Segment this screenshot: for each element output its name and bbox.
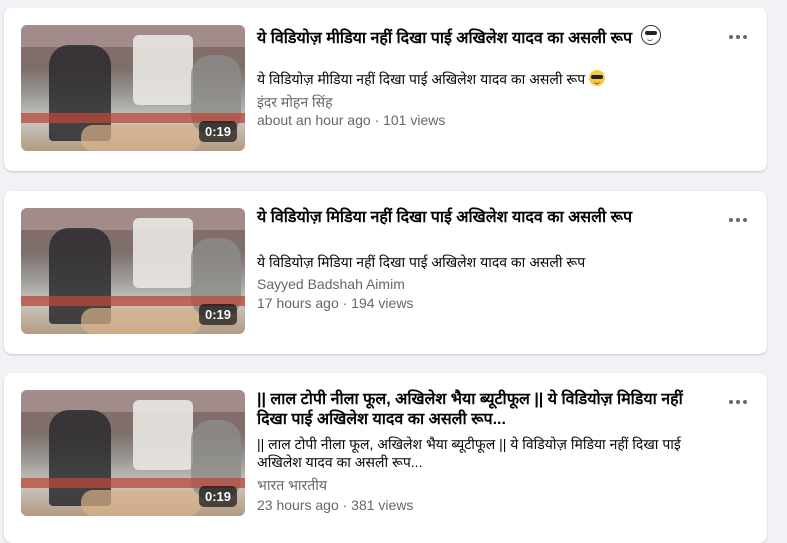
video-card[interactable]: 0:19 ये विडियोज़ मिडिया नहीं दिखा पाई अख… — [4, 191, 767, 354]
sunglasses-emoji-icon — [640, 25, 661, 45]
video-meta: about an hour ago · 101 views — [257, 112, 446, 128]
video-description: || लाल टोपी नीला फूल, अखिलेश भैया ब्यूटी… — [257, 436, 681, 470]
video-card[interactable]: 0:19 ये विडियोज़ मीडिया नहीं दिखा पाई अख… — [4, 8, 767, 171]
video-title: ये विडियोज़ मीडिया नहीं दिखा पाई अखिलेश … — [257, 30, 633, 47]
video-duration-badge: 0:19 — [198, 486, 237, 507]
video-meta: 17 hours ago · 194 views — [257, 295, 414, 311]
video-title-link[interactable]: ये विडियोज़ मीडिया नहीं दिखा पाई अखिलेश … — [257, 25, 697, 49]
video-title[interactable]: ये विडियोज़ मिडिया नहीं दिखा पाई अखिलेश … — [257, 208, 697, 228]
video-duration-badge: 0:19 — [198, 121, 237, 142]
video-meta: 23 hours ago · 381 views — [257, 497, 414, 513]
description-text: ये विडियोज़ मीडिया नहीं दिखा पाई अखिलेश … — [257, 71, 586, 87]
more-options-icon[interactable] — [726, 28, 750, 46]
author-link[interactable]: Sayyed Badshah Aimim — [257, 276, 405, 292]
video-thumbnail[interactable]: 0:19 — [21, 25, 245, 151]
video-title[interactable]: || लाल टोपी नीला फूल, अखिलेश भैया ब्यूटी… — [257, 390, 702, 430]
author-link[interactable]: इंदर मोहन सिंह — [257, 93, 333, 112]
video-card[interactable]: 0:19 || लाल टोपी नीला फूल, अखिलेश भैया ब… — [4, 373, 767, 543]
author-link[interactable]: भारत भारतीय — [257, 476, 327, 495]
sunglasses-emoji-icon — [589, 70, 606, 86]
video-thumbnail[interactable]: 0:19 — [21, 390, 245, 516]
more-options-icon[interactable] — [726, 393, 750, 411]
more-options-icon[interactable] — [726, 211, 750, 229]
video-duration-badge: 0:19 — [198, 304, 237, 325]
video-description: ये विडियोज़ मीडिया नहीं दिखा पाई अखिलेश … — [257, 70, 712, 88]
video-thumbnail[interactable]: 0:19 — [21, 208, 245, 334]
video-description: ये विडियोज़ मिडिया नहीं दिखा पाई अखिलेश … — [257, 254, 586, 270]
